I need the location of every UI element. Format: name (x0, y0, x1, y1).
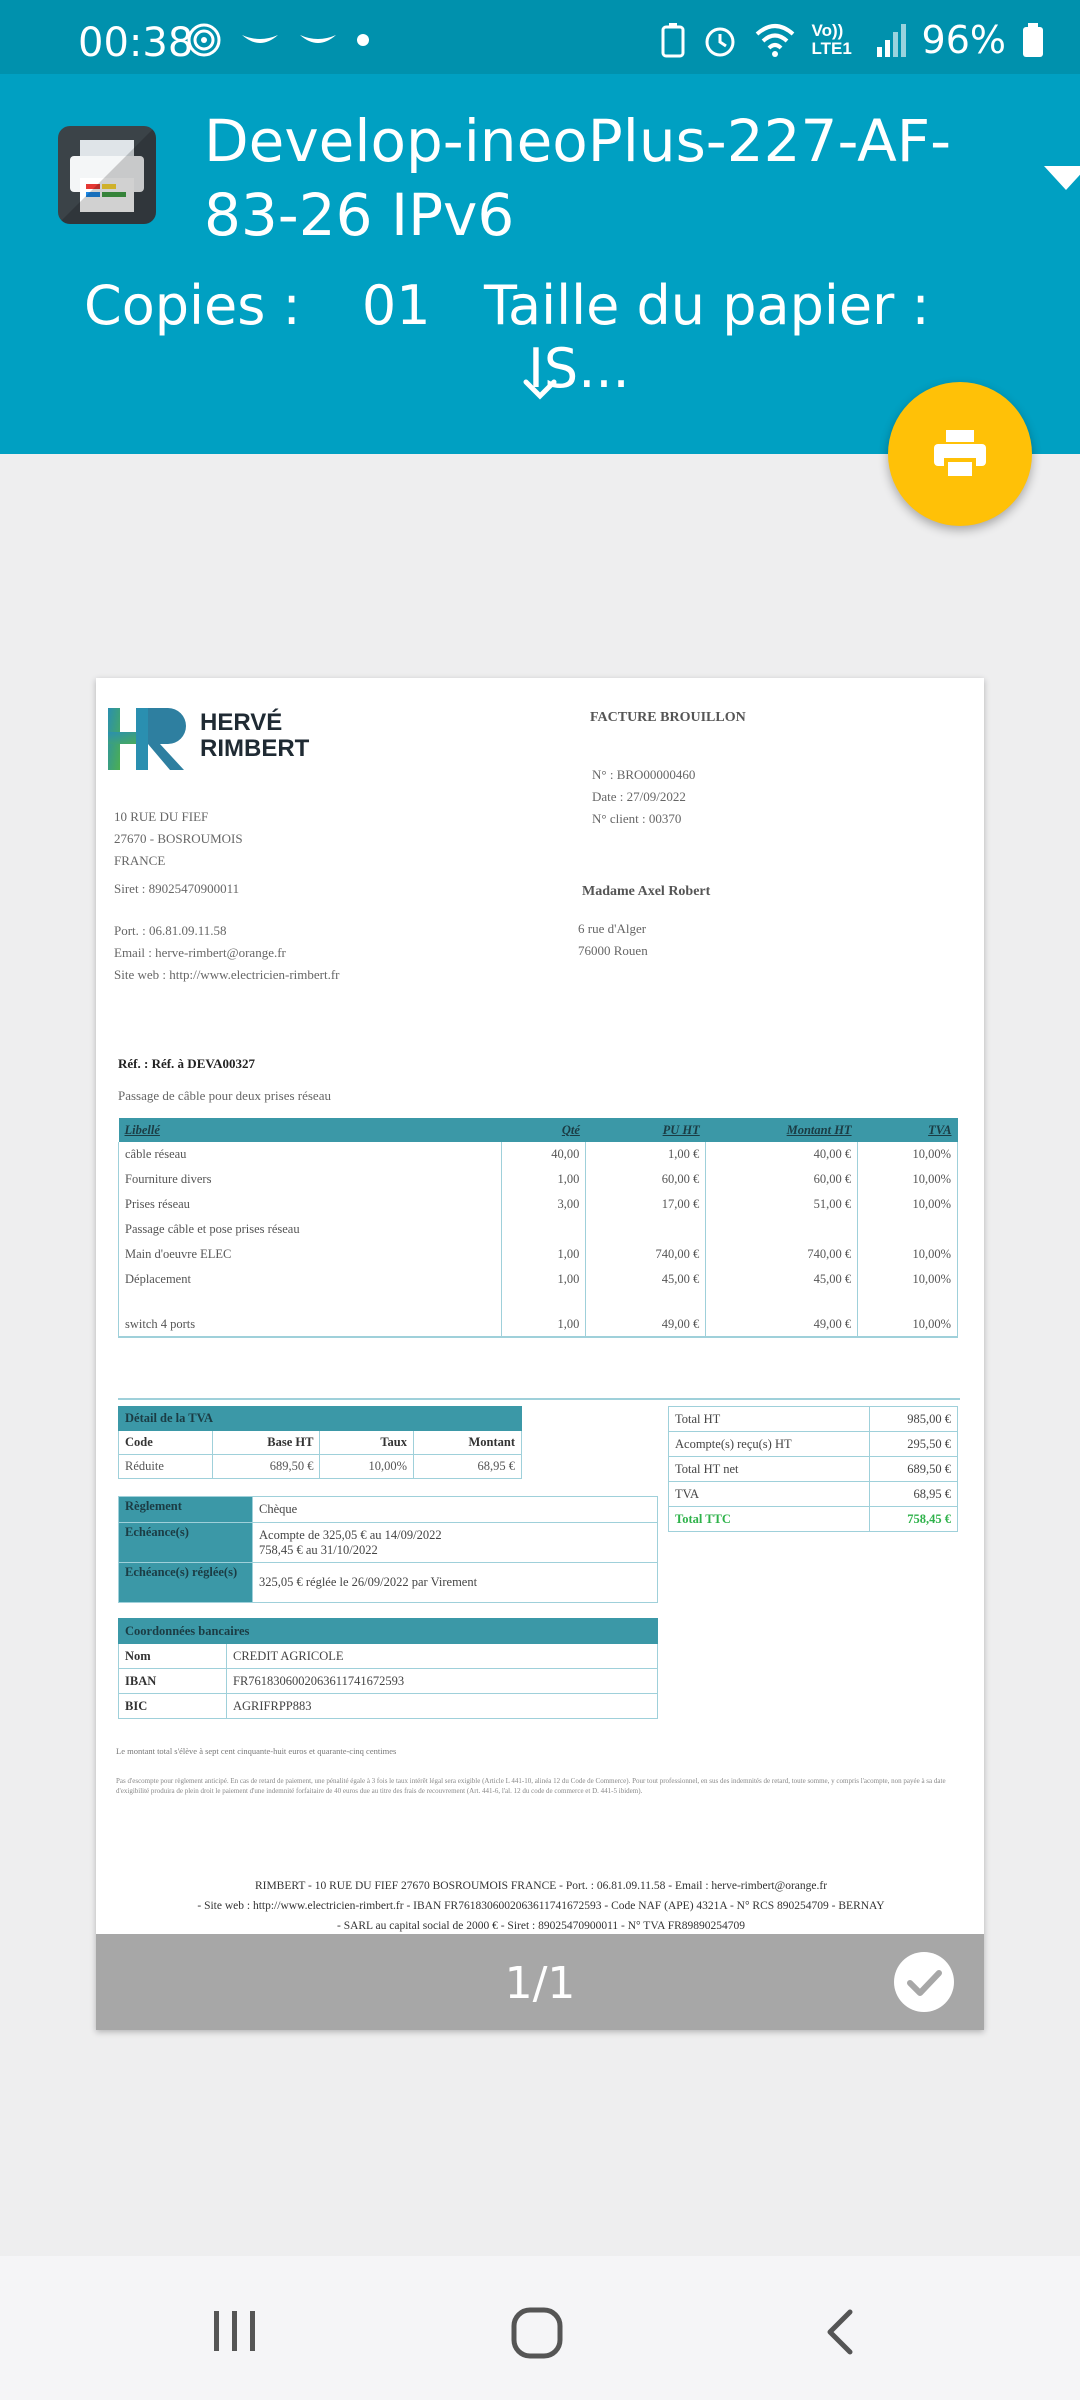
copies-label: Copies : (84, 274, 301, 337)
alarm-icon (705, 27, 735, 57)
checkmark-icon (907, 1970, 942, 1996)
company-logo-icon (108, 708, 186, 770)
table-row: Acompte(s) reçu(s) HT 295,50 € (668, 1431, 958, 1457)
document-footer: RIMBERT - 10 RUE DU FIEF 27670 BOSROUMOI… (197, 1880, 885, 1932)
table-row: Total HT net 689,50 € (668, 1456, 958, 1482)
section-divider (118, 1398, 960, 1400)
table-row: câble réseau 40,00 1,00 €40,00 €10,00% (117, 1142, 958, 1167)
print-button[interactable] (888, 382, 1032, 526)
copies-value: 01 (361, 274, 431, 337)
table-row: Réduite 689,50 € 10,00% 68,95 € (117, 1454, 523, 1479)
reference-description: Passage de câble pour deux prises réseau (118, 1088, 331, 1103)
table-row: Déplacement 1,00 45,00 €45,00 €10,00% (117, 1267, 958, 1292)
app-notification-icon (242, 35, 278, 43)
signal-icon (876, 24, 906, 57)
battery-icon (1023, 23, 1043, 57)
more-notifications-dot-icon (357, 34, 369, 46)
table-spacer-row (117, 1292, 958, 1312)
network-type: Vo)) LTE1 (811, 21, 852, 58)
fingerprint-notification-icon (187, 23, 221, 57)
document-preview-page[interactable]: HERVÉ RIMBERT FACTURE BROUILLON N° : BRO… (96, 678, 984, 2030)
col-label: Libellé (118, 1118, 502, 1142)
tva-detail-table: Détail de la TVA Code Base HT Taux Monta… (117, 1406, 523, 1479)
col-qty: Qté (501, 1118, 586, 1142)
col-amount: Montant HT (705, 1118, 858, 1142)
recent-apps-icon[interactable] (210, 2308, 260, 2354)
paper-size-option[interactable]: Taille du papier : IS... (484, 274, 1080, 400)
document-title: FACTURE BROUILLON (590, 710, 746, 725)
bank-details-table: Coordonnées bancaires Nom CREDIT AGRICOLE… (118, 1618, 658, 1719)
page-selection-bar: 1/1 (96, 1934, 984, 2030)
amount-in-words: Le montant total s'élève à sept cent cin… (116, 1746, 397, 1756)
invoice-meta: N° : BRO00000460 Date : 27/09/2022 N° cl… (592, 767, 696, 826)
copies-option[interactable]: Copies : 01 (84, 274, 431, 337)
total-ttc-row: Total TTC 758,45 € (668, 1506, 958, 1532)
system-navigation-bar (0, 2256, 1080, 2400)
payment-table: Règlement Chèque Echéance(s) Acompte de 32… (118, 1496, 658, 1603)
printer-app-icon (58, 126, 156, 224)
table-row: Fourniture divers 1,00 60,00 €60,00 €10,00… (117, 1167, 958, 1192)
tva-detail-title: Détail de la TVA (118, 1406, 522, 1431)
table-row: Total HT 985,00 € (668, 1406, 958, 1432)
table-row: Prises réseau 3,00 17,00 €51,00 €10,00% (117, 1192, 958, 1217)
table-row: TVA 68,95 € (668, 1481, 958, 1507)
status-bar: 00:38 Vo)) LTE1 96% (0, 0, 1080, 74)
table-row: switch 4 ports 1,00 49,00 €49,00 €10,00% (117, 1312, 958, 1338)
printer-dropdown-icon[interactable] (1044, 166, 1080, 190)
battery-percent: 96% (921, 18, 1006, 62)
table-row: Passage câble et pose prises réseau (117, 1217, 958, 1242)
paper-size-label: Taille du papier : (484, 274, 930, 337)
client-name: Madame Axel Robert (582, 884, 711, 899)
status-time: 00:38 (78, 20, 194, 66)
invoice-lines-table: Libellé Qté PU HT Montant HT TVA câble r… (117, 1118, 958, 1338)
table-row: Main d'oeuvre ELEC 1,00 740,00 €740,00 €10… (117, 1242, 958, 1267)
page-selected-checkbox[interactable] (894, 1952, 954, 2012)
back-icon[interactable] (822, 2308, 858, 2356)
totals-table: Total HT 985,00 € Acompte(s) reçu(s) HT 29… (668, 1406, 958, 1532)
expand-options-chevron-icon[interactable] (520, 374, 560, 404)
page-indicator: 1/1 (504, 1958, 576, 2009)
sender-address: 10 RUE DU FIEF 27670 - BOSROUMOIS FRANCE… (114, 809, 340, 982)
wifi-icon (755, 24, 794, 57)
printer-name[interactable]: Develop-ineoPlus-227-AF-83-26 IPv6 (204, 104, 1034, 252)
col-unit-price: PU HT (585, 1118, 706, 1142)
client-address: 6 rue d'Alger 76000 Rouen (578, 921, 648, 958)
table-header-row: Libellé Qté PU HT Montant HT TVA (118, 1118, 958, 1142)
home-icon[interactable] (510, 2306, 564, 2360)
legal-small-print: Pas d'escompte pour règlement anticipé. … (116, 1777, 946, 1795)
printer-icon (934, 430, 986, 480)
company-name: HERVÉ RIMBERT (200, 709, 310, 762)
battery-saver-icon (661, 23, 685, 58)
col-tva: TVA (857, 1118, 958, 1142)
invoice-reference: Réf. : Réf. à DEVA00327 (118, 1056, 255, 1071)
app-notification-icon-2 (300, 35, 336, 43)
